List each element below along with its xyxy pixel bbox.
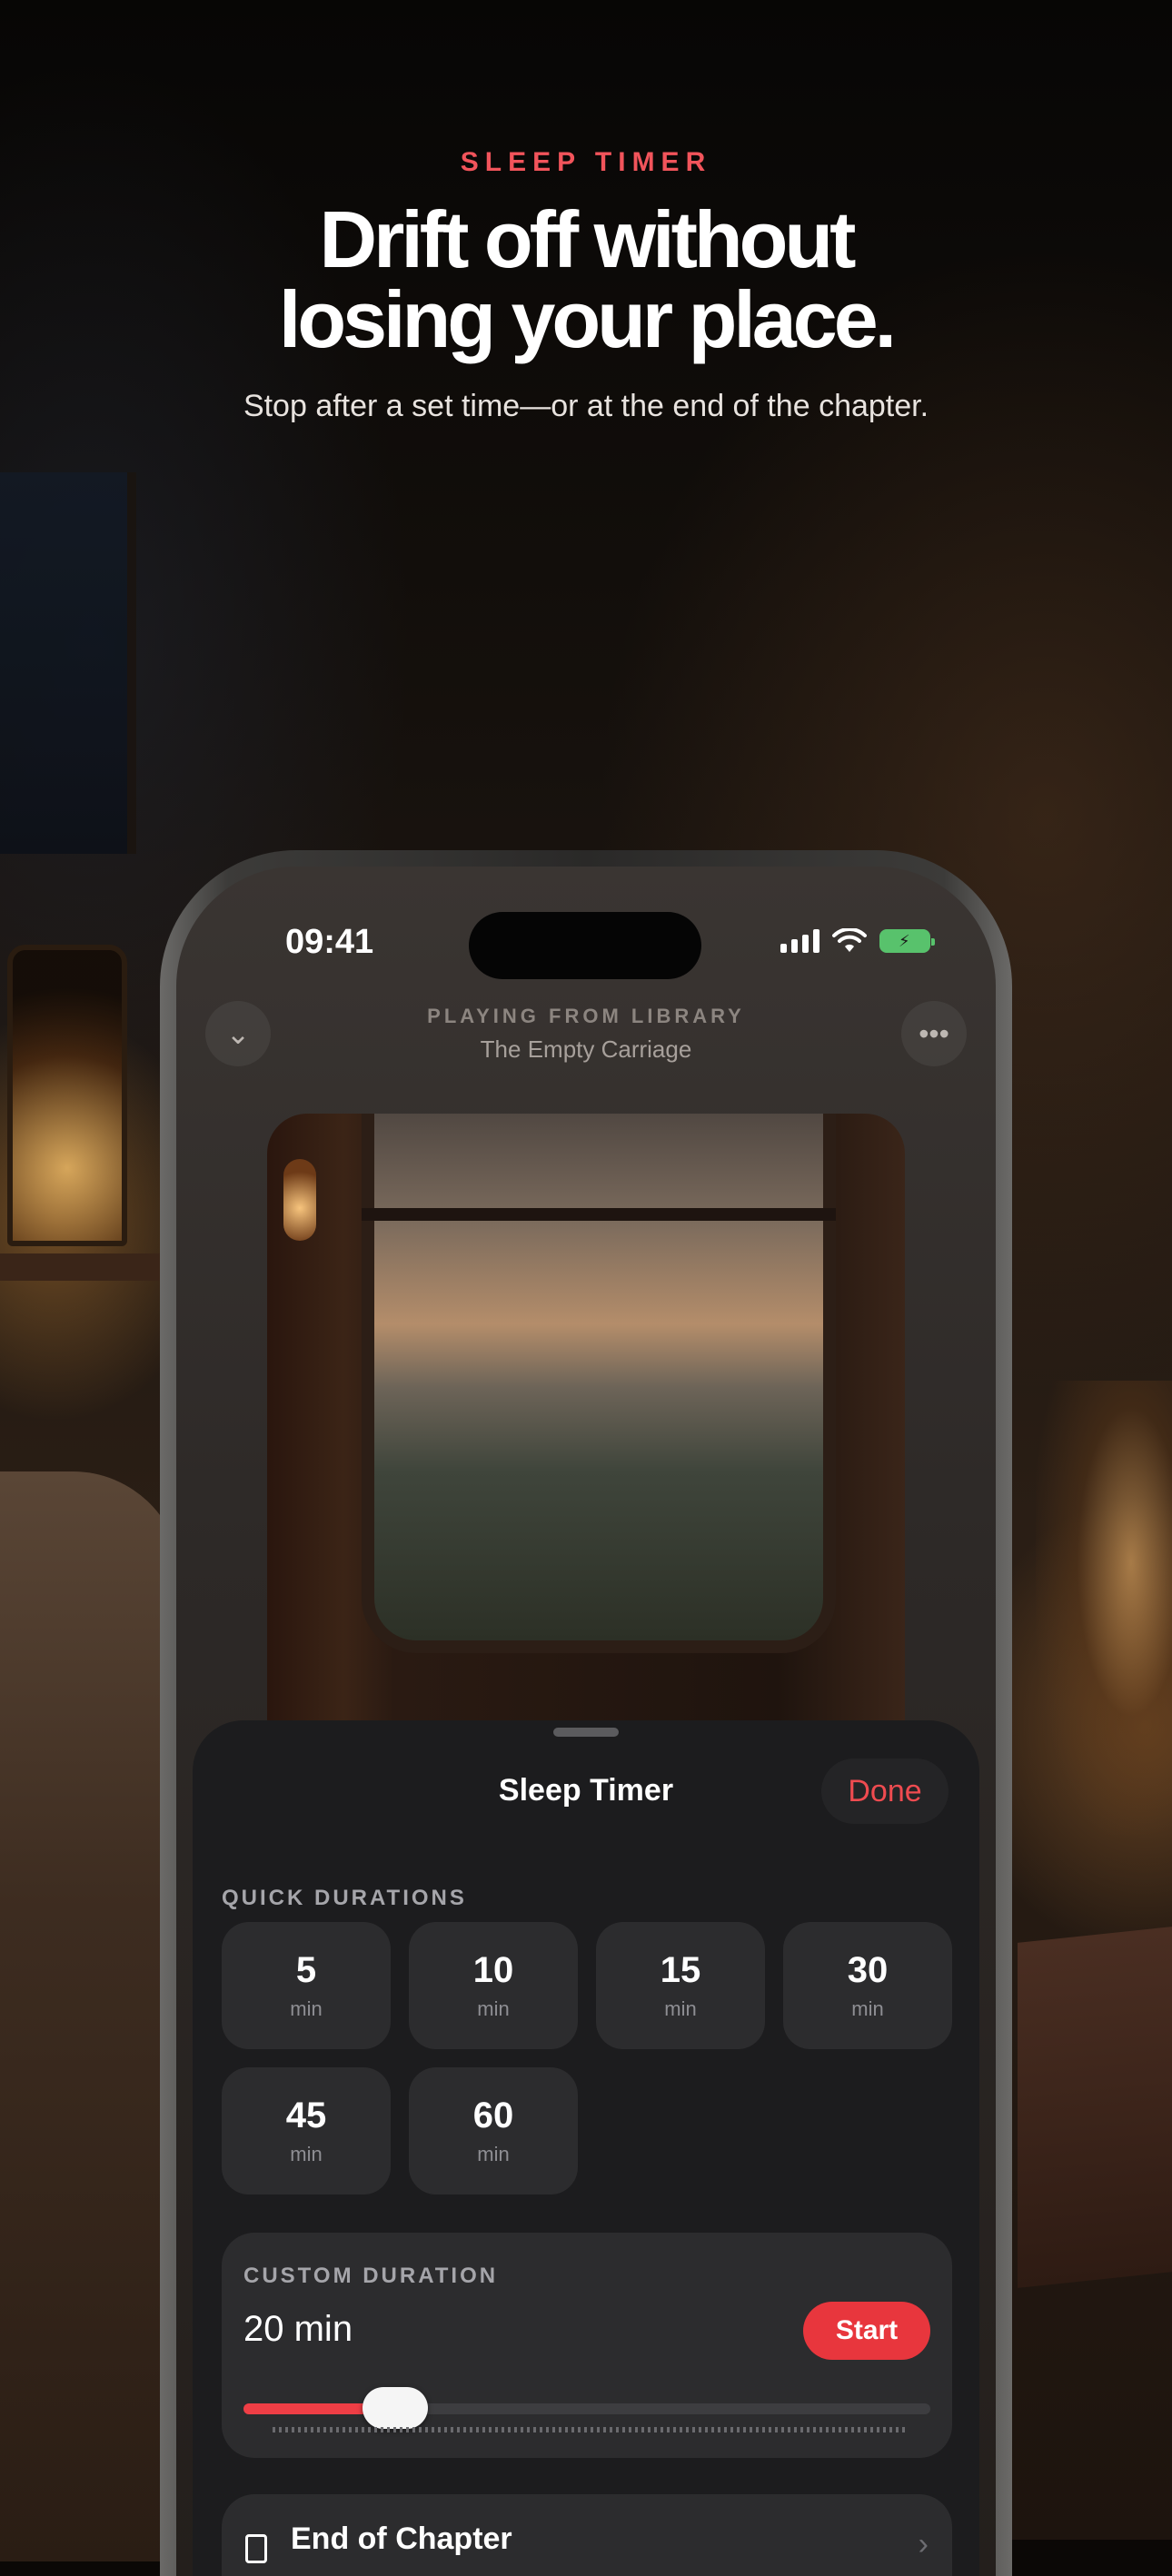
album-artwork: [267, 1114, 905, 1786]
duration-unit: min: [851, 1997, 884, 2020]
end-of-chapter-row[interactable]: End of Chapter ›: [222, 2494, 952, 2576]
signal-icon: [780, 929, 819, 953]
done-button[interactable]: Done: [821, 1759, 949, 1824]
duration-value: 5: [295, 1950, 317, 1990]
quick-durations-grid: 5 min 10 min 15 min 30 min 45 min 60 min: [222, 1922, 952, 2195]
duration-unit: min: [477, 2143, 510, 2165]
custom-duration-card: CUSTOM DURATION 20 min Start: [222, 2233, 952, 2458]
duration-value: 60: [472, 2095, 514, 2135]
duration-value: 15: [660, 1950, 701, 1990]
duration-chip-45[interactable]: 45 min: [222, 2067, 391, 2195]
wifi-icon: [832, 928, 867, 952]
custom-duration-label: CUSTOM DURATION: [243, 2264, 499, 2288]
sleep-timer-sheet: Sleep Timer Done QUICK DURATIONS 5 min 1…: [193, 1720, 979, 2576]
artwork-sconce: [283, 1159, 316, 1241]
duration-slider[interactable]: [243, 2387, 930, 2429]
duration-chip-15[interactable]: 15 min: [596, 1922, 765, 2049]
background-oil-lamp: [1036, 1381, 1172, 1835]
background-book: [1018, 1927, 1172, 2288]
quick-durations-label: QUICK DURATIONS: [222, 1886, 467, 1910]
ellipsis-icon: •••: [919, 1016, 949, 1050]
phone-screen: 09:41 ⚡ ⌄ PLAYING FROM LIBRARY The Empty…: [176, 867, 996, 2576]
headline-line-2: losing your place.: [278, 274, 897, 364]
duration-value: 10: [472, 1950, 514, 1990]
duration-unit: min: [477, 1997, 510, 2020]
book-icon: [245, 2534, 267, 2563]
duration-chip-5[interactable]: 5 min: [222, 1922, 391, 2049]
subheadline: Stop after a set time—or at the end of t…: [243, 389, 929, 423]
dynamic-island: [469, 912, 701, 979]
artwork-window: [362, 1114, 836, 1653]
playing-title: The Empty Carriage: [480, 1035, 692, 1063]
background-shelf: [0, 1253, 168, 1281]
playing-context-label: PLAYING FROM LIBRARY: [427, 1005, 745, 1027]
slider-thumb[interactable]: [362, 2387, 428, 2429]
eyebrow-label: SLEEP TIMER: [460, 147, 712, 177]
headline-line-1: Drift off without: [319, 194, 857, 284]
background-window: [0, 472, 136, 854]
duration-unit: min: [290, 2143, 323, 2165]
duration-chip-10[interactable]: 10 min: [409, 1922, 578, 2049]
chevron-right-icon: ›: [918, 2527, 929, 2561]
phone-frame: 09:41 ⚡ ⌄ PLAYING FROM LIBRARY The Empty…: [160, 850, 1012, 2576]
slider-ticks: [273, 2427, 905, 2432]
start-button[interactable]: Start: [803, 2302, 930, 2360]
custom-duration-value: 20 min: [243, 2309, 353, 2349]
battery-charging-icon: ⚡: [879, 929, 935, 953]
background-blanket: [0, 1471, 182, 2561]
duration-unit: min: [664, 1997, 697, 2020]
duration-value: 30: [847, 1950, 889, 1990]
duration-value: 45: [285, 2095, 327, 2135]
duration-chip-60[interactable]: 60 min: [409, 2067, 578, 2195]
sheet-grabber[interactable]: [553, 1728, 619, 1737]
status-time: 09:41: [285, 923, 374, 961]
duration-chip-30[interactable]: 30 min: [783, 1922, 952, 2049]
status-icons: ⚡: [780, 928, 935, 954]
more-button[interactable]: •••: [901, 1001, 967, 1066]
headline: Drift off without losing your place.: [0, 200, 1172, 360]
background-lantern: [7, 945, 127, 1246]
duration-unit: min: [290, 1997, 323, 2020]
artwork-window-bar: [362, 1208, 836, 1221]
